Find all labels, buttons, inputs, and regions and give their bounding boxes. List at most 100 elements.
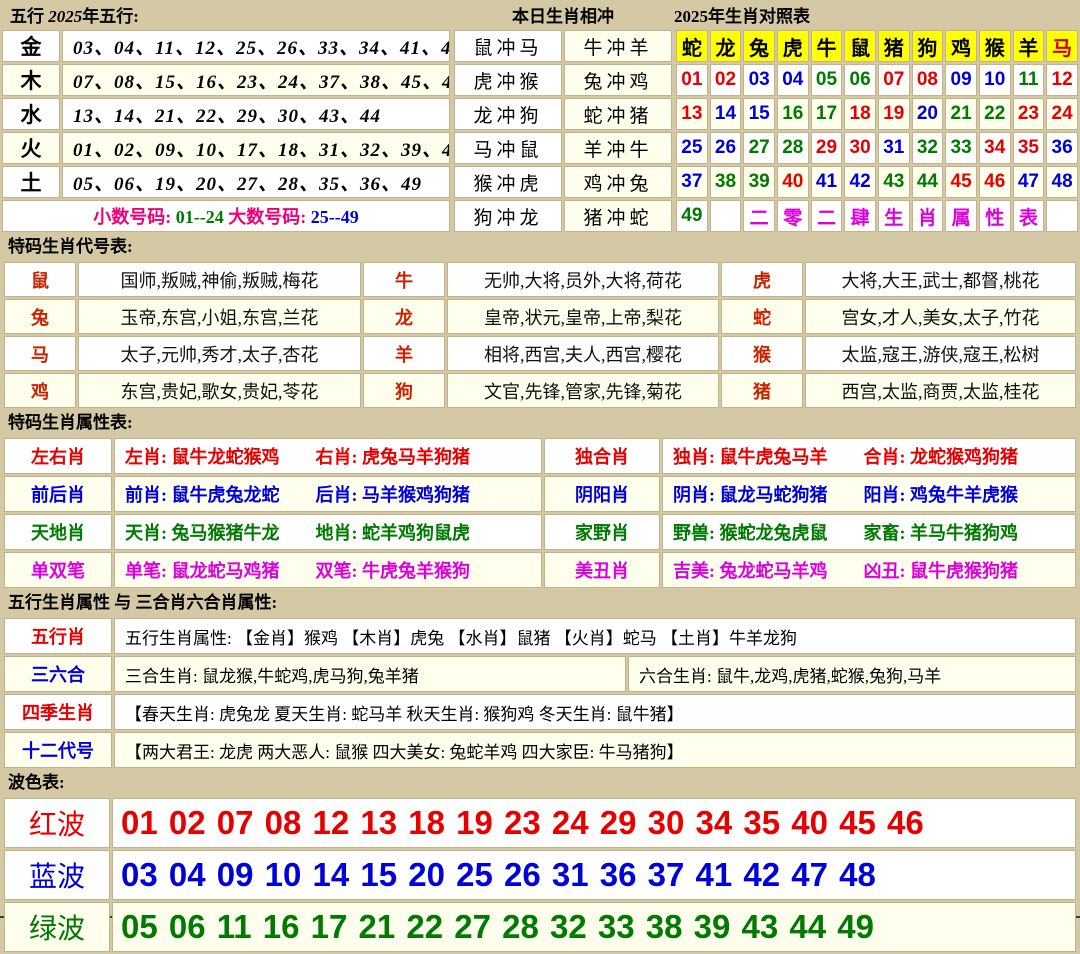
zodiac-number-cell: 14 <box>710 98 742 130</box>
zodiac-number-cell: 12 <box>1046 64 1078 96</box>
wave-numbers-cell: 05 06 11 16 17 21 22 27 28 32 33 38 39 4… <box>112 902 1076 952</box>
zodiac-header-cell: 龙 <box>710 30 742 62</box>
conflict-table-title: 本日生肖相冲 <box>452 2 674 27</box>
wave-label-cell: 绿波 <box>4 902 110 952</box>
zodiac-number-cell: 二 <box>811 200 843 232</box>
element-label: 木 <box>2 64 60 96</box>
zodiac-number-cell: 06 <box>844 64 876 96</box>
attr-label-cell: 左右肖 <box>4 438 112 474</box>
zodiac-number-cell: 02 <box>710 64 742 96</box>
element-label: 火 <box>2 132 60 164</box>
code-names-cell: 国师,叛贼,神偷,叛贼,梅花 <box>78 262 361 297</box>
combo-content-cell: 五行生肖属性: 【金肖】猴鸡 【木肖】虎兔 【水肖】鼠猪 【火肖】蛇马 【土肖】… <box>114 618 1076 654</box>
code-names-cell: 太子,元帅,秀才,太子,杏花 <box>78 336 361 371</box>
code-animal-cell: 牛 <box>363 262 445 297</box>
footer-segment: 25--49 <box>311 207 359 227</box>
wave-numbers-cell: 03 04 09 10 14 15 20 25 26 31 36 37 41 4… <box>112 850 1076 900</box>
zodiac-number-cell: 18 <box>844 98 876 130</box>
zodiac-number-cell: 09 <box>945 64 977 96</box>
zodiac-header-cell: 狗 <box>912 30 944 62</box>
waves-section-title: 波色表: <box>0 770 1080 796</box>
zodiac-number-cell: 42 <box>844 166 876 198</box>
code-names-cell: 文官,先锋,管家,先锋,菊花 <box>447 373 719 408</box>
combo-content-cell: 【春天生肖: 虎兔龙 夏天生肖: 蛇马羊 秋天生肖: 猴狗鸡 冬天生肖: 鼠牛猪… <box>114 694 1076 730</box>
conflict-cell: 牛冲羊 <box>564 30 672 62</box>
wave-colors-table: 红波01 02 07 08 12 13 18 19 23 24 29 30 34… <box>2 796 1078 954</box>
zodiac-number-cell: 47 <box>1013 166 1045 198</box>
combo-label-cell: 十二代号 <box>4 732 112 768</box>
zodiac-number-cell: 29 <box>811 132 843 164</box>
zodiac-number-cell: 28 <box>777 132 809 164</box>
attr-label-cell: 天地肖 <box>4 514 112 550</box>
combo-label-cell: 四季生肖 <box>4 694 112 730</box>
element-numbers: 07、08、15、16、23、24、37、38、45、46 <box>62 64 450 96</box>
conflict-cell: 鼠冲马 <box>454 30 562 62</box>
element-label: 水 <box>2 98 60 130</box>
conflict-cell: 龙冲狗 <box>454 98 562 130</box>
zodiac-header-cell: 鼠 <box>844 30 876 62</box>
zodiac-number-cell: 21 <box>945 98 977 130</box>
code-names-cell: 西宫,太监,商贾,太监,桂花 <box>805 373 1076 408</box>
zodiac-number-cell: 40 <box>777 166 809 198</box>
zodiac-number-cell: 25 <box>676 132 708 164</box>
zodiac-number-cell: 17 <box>811 98 843 130</box>
code-animal-cell: 马 <box>4 336 76 371</box>
code-animal-cell: 羊 <box>363 336 445 371</box>
code-animal-cell: 虎 <box>721 262 803 297</box>
codes-section-title: 特码生肖代号表: <box>0 234 1080 260</box>
zodiac-number-cell: 45 <box>945 166 977 198</box>
zodiac-number-cell: 38 <box>710 166 742 198</box>
zodiac-number-cell: 二 <box>743 200 775 232</box>
zodiac-number-cell: 13 <box>676 98 708 130</box>
zodiac-number-cell: 表 <box>1013 200 1045 232</box>
zodiac-number-cell: 22 <box>979 98 1011 130</box>
zodiac-header-cell: 兔 <box>743 30 775 62</box>
code-names-cell: 宫女,才人,美女,太子,竹花 <box>805 299 1076 334</box>
zodiac-header-cell: 羊 <box>1013 30 1045 62</box>
element-numbers: 13、14、21、22、29、30、43、44 <box>62 98 450 130</box>
zodiac-number-cell: 肖 <box>912 200 944 232</box>
combo-content-cell: 六合生肖: 鼠牛,龙鸡,虎猪,蛇猴,兔狗,马羊 <box>628 656 1076 692</box>
wave-numbers-cell: 01 02 07 08 12 13 18 19 23 24 29 30 34 3… <box>112 798 1076 848</box>
code-animal-cell: 猴 <box>721 336 803 371</box>
attr-label-cell: 独合肖 <box>544 438 660 474</box>
zodiac-number-cell: 肆 <box>844 200 876 232</box>
conflict-cell: 蛇冲猪 <box>564 98 672 130</box>
attr-content-cell: 单笔: 鼠龙蛇马鸡猪 双笔: 牛虎兔羊猴狗 <box>114 552 542 588</box>
zodiac-number-cell: 27 <box>743 132 775 164</box>
element-numbers: 05、06、19、20、27、28、35、36、49 <box>62 166 450 198</box>
combo-content-cell: 【两大君王: 龙虎 两大恶人: 鼠猴 四大美女: 兔蛇羊鸡 四大家臣: 牛马猪狗… <box>114 732 1076 768</box>
conflict-cell: 猪冲蛇 <box>564 200 672 232</box>
conflict-cell: 猴冲虎 <box>454 166 562 198</box>
zodiac-number-cell: 16 <box>777 98 809 130</box>
zodiac-reference-page: { "colors": { "page_bg": "#d5c8a4", "cre… <box>0 0 1080 918</box>
code-animal-cell: 鼠 <box>4 262 76 297</box>
zodiac-empty-cell <box>710 200 742 232</box>
zodiac-number-cell: 19 <box>878 98 910 130</box>
conflict-cell: 兔冲鸡 <box>564 64 672 96</box>
zodiac-empty-cell <box>1046 200 1078 232</box>
zodiac-number-cell: 32 <box>912 132 944 164</box>
zodiac-number-cell: 30 <box>844 132 876 164</box>
element-numbers: 01、02、09、10、17、18、31、32、39、40、47、48 <box>62 132 450 164</box>
zodiac-number-cell: 零 <box>777 200 809 232</box>
zodiac-number-cell: 48 <box>1046 166 1078 198</box>
footer-segment: 小数号码: <box>93 207 176 227</box>
element-label: 金 <box>2 30 60 62</box>
zodiac-number-cell: 49 <box>676 200 708 232</box>
zodiac-number-cell: 20 <box>912 98 944 130</box>
code-names-cell: 东宫,贵妃,歌女,贵妃,苓花 <box>78 373 361 408</box>
zodiac-number-cell: 24 <box>1046 98 1078 130</box>
zodiac-number-cell: 性 <box>979 200 1011 232</box>
zodiac-number-cell: 07 <box>878 64 910 96</box>
footer-segment: 01--24 <box>176 207 229 227</box>
conflict-cell: 羊冲牛 <box>564 132 672 164</box>
attr-label-cell: 阴阳肖 <box>544 476 660 512</box>
combos-section-title: 五行生肖属性 与 三合肖六合肖属性: <box>0 590 1080 616</box>
attributes-section-title: 特码生肖属性表: <box>0 410 1080 436</box>
zodiac-number-cell: 05 <box>811 64 843 96</box>
zodiac-number-cell: 33 <box>945 132 977 164</box>
conflict-cell: 鸡冲兔 <box>564 166 672 198</box>
attr-content-cell: 吉美: 兔龙蛇马羊鸡 凶丑: 鼠牛虎猴狗猪 <box>662 552 1076 588</box>
conflict-cell: 狗冲龙 <box>454 200 562 232</box>
